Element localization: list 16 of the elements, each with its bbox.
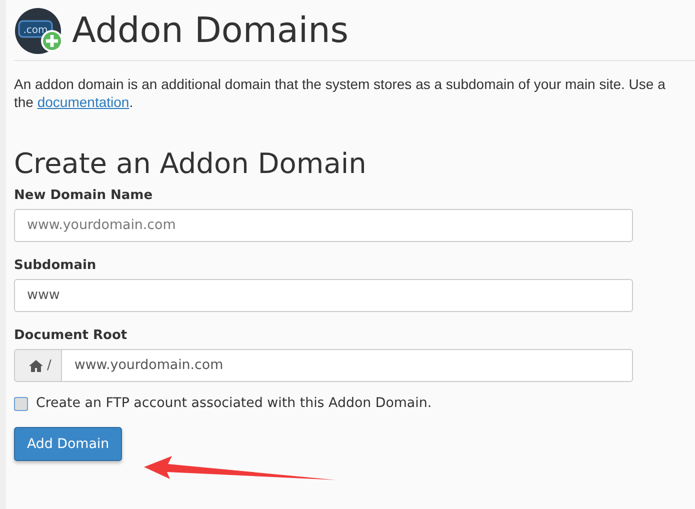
field-label: New Domain Name	[14, 188, 154, 203]
ftp-checkbox[interactable]	[14, 396, 28, 410]
text-field[interactable]: www	[14, 279, 633, 312]
intro-paragraph: An addon domain is an additional domain that the system stores as a subdomain of your main site. Use a the documentation.	[14, 75, 666, 111]
field-label: Subdomain	[14, 258, 98, 273]
page-title: Addon Domains	[72, 11, 349, 51]
documentation-link[interactable]: documentation	[37, 94, 130, 110]
document-root-field[interactable]: www.yourdomain.com	[62, 349, 633, 382]
form-title: Create an Addon Domain	[14, 147, 368, 180]
home-icon	[29, 360, 43, 372]
checkbox-label: Create an FTP account associated with this Addon Domain.	[36, 396, 432, 411]
addon-domain-icon: .com	[14, 8, 64, 54]
field-label: Document Root	[14, 328, 128, 343]
path-prefix-addon: /	[14, 349, 62, 382]
text-field[interactable]: www.yourdomain.com	[14, 209, 633, 242]
add-domain-button[interactable]: Add Domain	[14, 427, 122, 461]
